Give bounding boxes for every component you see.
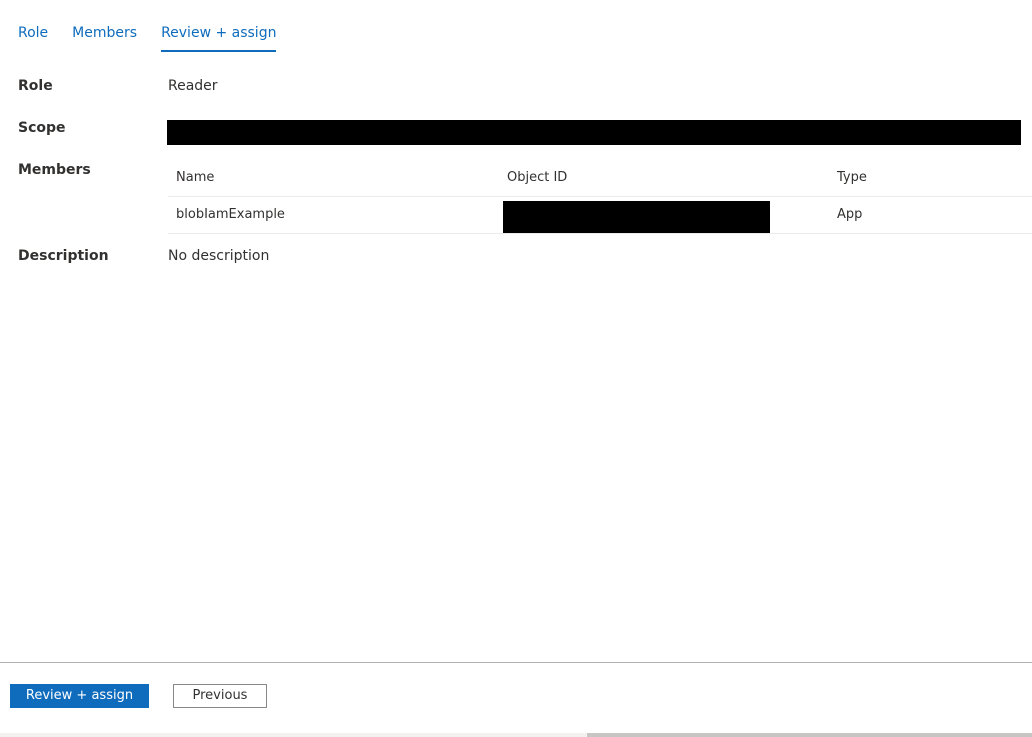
member-type: App	[837, 207, 863, 222]
members-label: Members	[18, 162, 91, 178]
column-header-name: Name	[176, 170, 215, 185]
horizontal-scrollbar-thumb[interactable]	[587, 733, 1032, 737]
table-row: blobIamExample App	[168, 197, 1032, 234]
description-label: Description	[18, 248, 109, 264]
table-header-row: Name Object ID Type	[168, 160, 1032, 197]
tab-bar: Role Members Review + assign	[18, 24, 300, 52]
role-value: Reader	[168, 78, 218, 94]
tab-review-assign[interactable]: Review + assign	[161, 24, 277, 52]
tab-members[interactable]: Members	[72, 24, 137, 52]
role-label: Role	[18, 78, 53, 94]
footer-divider	[0, 662, 1032, 663]
previous-button[interactable]: Previous	[173, 684, 267, 708]
tab-role[interactable]: Role	[18, 24, 48, 52]
review-assign-page: Role Members Review + assign Role Reader…	[0, 0, 1032, 737]
member-name: blobIamExample	[176, 207, 285, 222]
review-assign-button[interactable]: Review + assign	[10, 684, 149, 708]
member-object-id-redacted	[503, 201, 770, 233]
column-header-object-id: Object ID	[507, 170, 568, 185]
column-header-type: Type	[837, 170, 867, 185]
description-value: No description	[168, 248, 270, 264]
scope-label: Scope	[18, 120, 66, 136]
scope-value-redacted	[167, 120, 1021, 145]
members-table: Name Object ID Type blobIamExample App	[168, 160, 1032, 234]
